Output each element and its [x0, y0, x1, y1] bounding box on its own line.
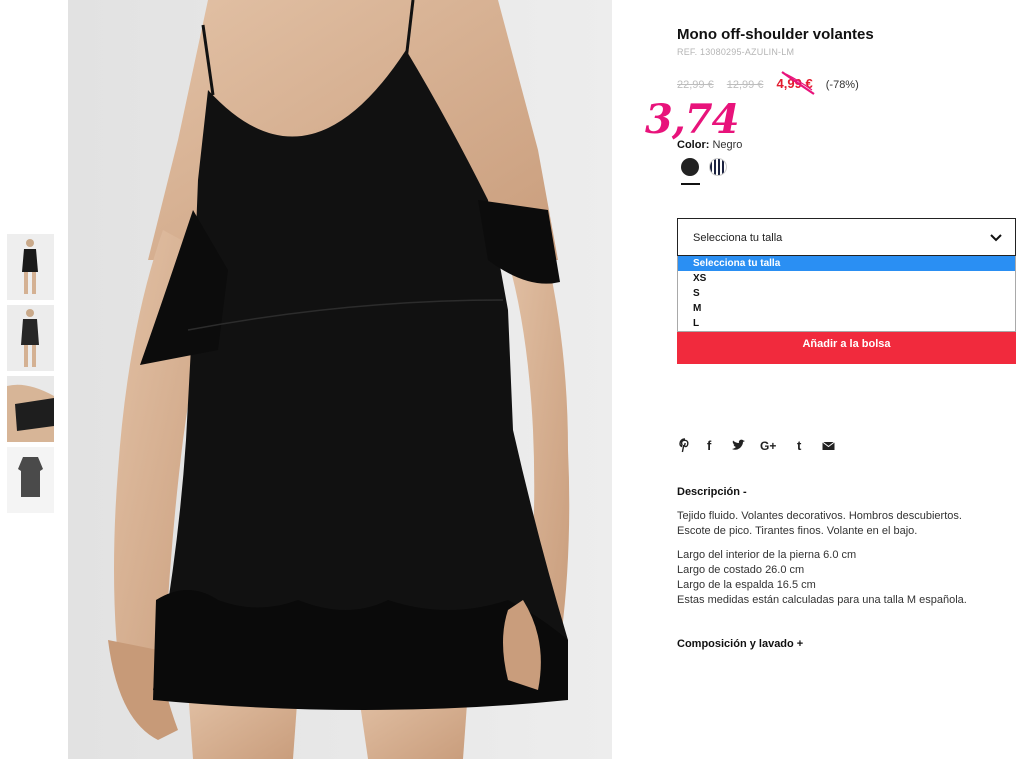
- size-option-xs[interactable]: XS: [678, 271, 1015, 286]
- price-previous: 12,99 €: [726, 79, 764, 91]
- product-title: Mono off-shoulder volantes: [677, 26, 874, 43]
- price-original: 22,99 €: [677, 79, 714, 91]
- description-line-3: Largo del interior de la pierna 6.0 cm: [677, 549, 857, 561]
- color-label: Color:: [677, 139, 710, 151]
- thumbnail-4[interactable]: [7, 447, 54, 513]
- description-line-4: Largo de costado 26.0 cm: [677, 564, 805, 576]
- size-option-s[interactable]: S: [678, 286, 1015, 301]
- google-plus-icon[interactable]: G+: [760, 438, 776, 454]
- thumbnail-strip: [7, 234, 54, 518]
- pinterest-icon[interactable]: [679, 438, 691, 454]
- chevron-down-icon: [990, 234, 1002, 242]
- description-line-5: Largo de la espalda 16.5 cm: [677, 579, 816, 591]
- description-line-6: Estas medidas están calculadas para una …: [677, 594, 967, 606]
- add-to-bag-button[interactable]: Añadir a la bolsa: [677, 332, 1016, 364]
- email-icon[interactable]: [822, 438, 835, 454]
- composition-title[interactable]: Composición y lavado +: [677, 638, 803, 650]
- tumblr-icon[interactable]: t: [797, 438, 801, 454]
- size-option-m[interactable]: M: [678, 301, 1015, 316]
- facebook-icon[interactable]: f: [707, 438, 711, 454]
- thumbnail-1[interactable]: [7, 234, 54, 300]
- size-select[interactable]: Selecciona tu talla: [677, 218, 1016, 256]
- description-line-2: Escote de pico. Tirantes finos. Volante …: [677, 525, 918, 537]
- twitter-icon[interactable]: [731, 438, 746, 454]
- color-value: Negro: [712, 139, 743, 151]
- price-discount: (-78%): [825, 79, 859, 91]
- thumbnail-2[interactable]: [7, 305, 54, 371]
- color-row: Color: Negro: [677, 139, 742, 151]
- handwritten-strike-mark: [781, 71, 815, 95]
- handwritten-price: 3,74: [645, 96, 739, 143]
- thumbnail-3[interactable]: [7, 376, 54, 442]
- size-option-l[interactable]: L: [678, 316, 1015, 331]
- product-main-image: [68, 0, 612, 759]
- swatch-selected-indicator: [681, 183, 700, 185]
- size-options-list: Selecciona tu talla XS S M L: [677, 256, 1016, 332]
- size-select-value: Selecciona tu talla: [693, 232, 783, 244]
- product-reference: REF. 13080295-AZULIN-LM: [677, 47, 795, 57]
- price-row: 22,99 € 12,99 € 4,99 € (-78%): [677, 71, 859, 95]
- swatch-black[interactable]: [681, 158, 699, 176]
- add-to-bag-label: Añadir a la bolsa: [802, 338, 891, 350]
- swatch-navy-stripe[interactable]: [709, 158, 727, 176]
- description-title[interactable]: Descripción -: [677, 486, 747, 498]
- size-option-placeholder[interactable]: Selecciona tu talla: [678, 256, 1015, 271]
- description-line-1: Tejido fluido. Volantes decorativos. Hom…: [677, 510, 962, 522]
